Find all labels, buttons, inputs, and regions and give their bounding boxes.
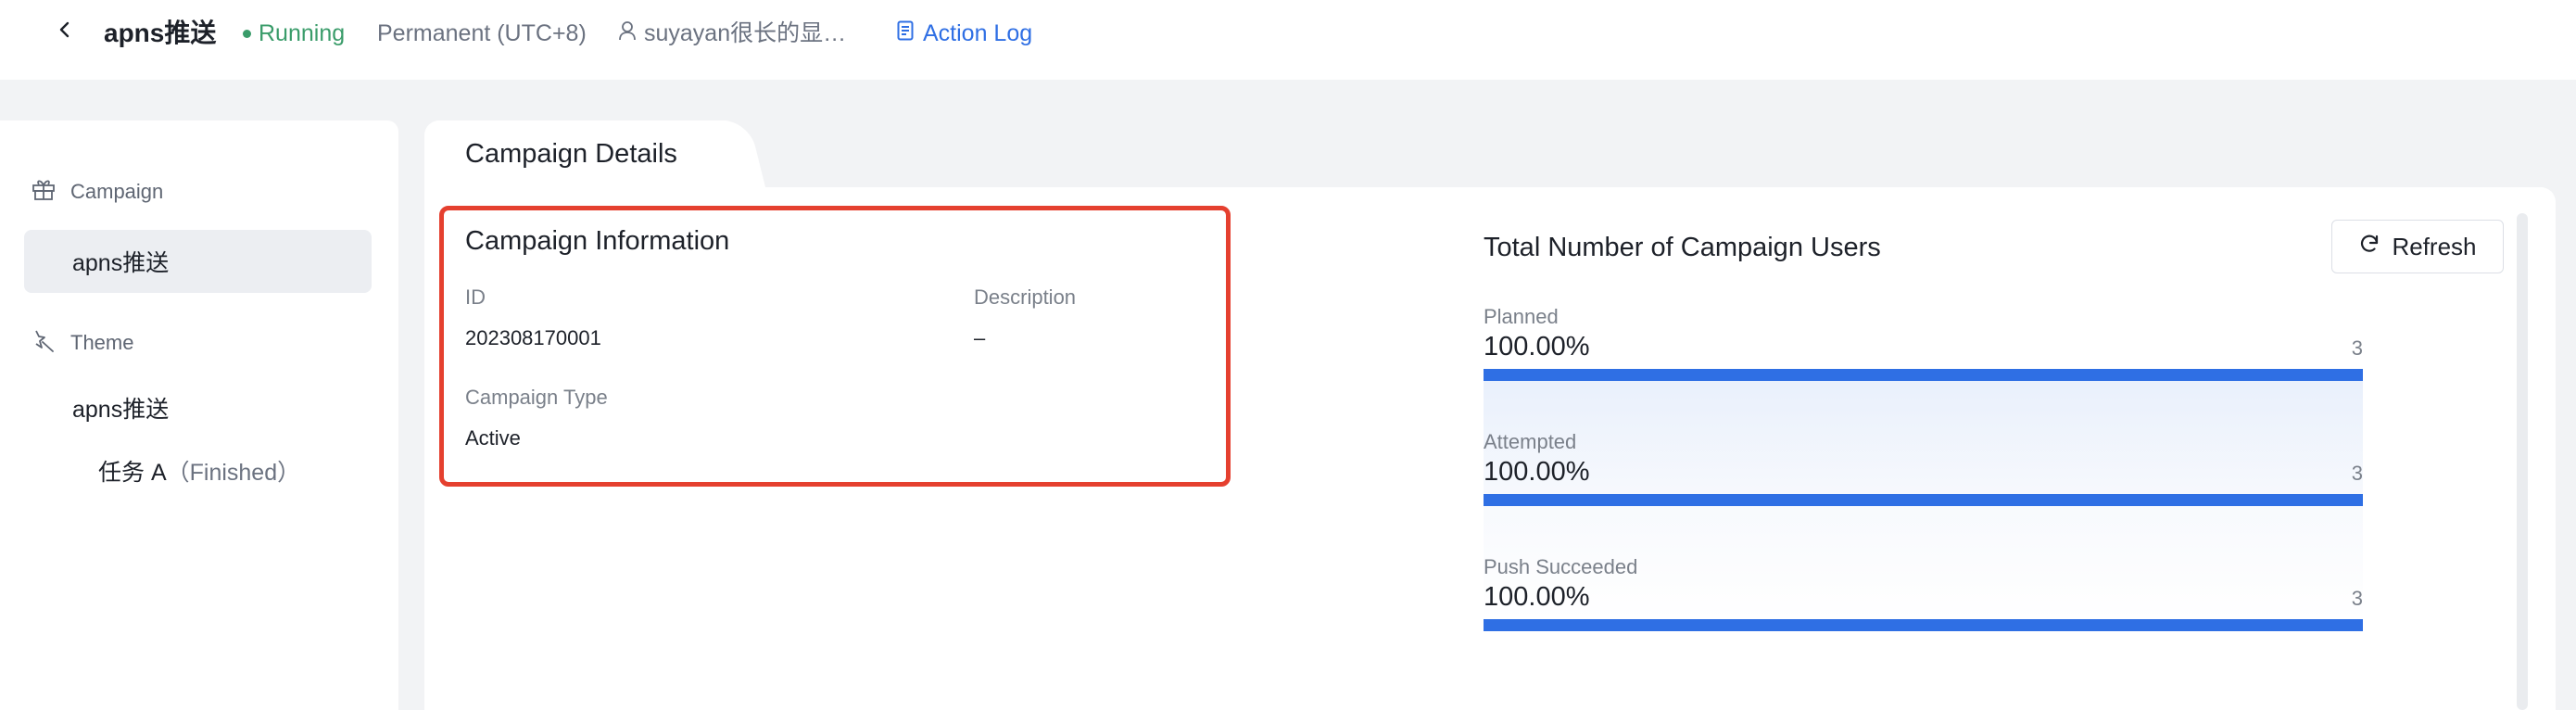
owner-name: suyayan很长的显… (644, 20, 847, 46)
campaign-type-value: Active (465, 426, 521, 450)
chevron-left-icon (56, 20, 74, 44)
schedule-text: Permanent (UTC+8) (377, 20, 587, 46)
sidebar-section-campaign: Campaign (32, 178, 163, 206)
description-value: – (974, 326, 986, 349)
sidebar-section-theme: Theme (32, 328, 133, 358)
campaign-users-title: Total Number of Campaign Users (1484, 233, 1881, 262)
action-log-link[interactable]: Action Log (897, 15, 1032, 52)
user-icon (618, 15, 637, 52)
document-icon (897, 15, 914, 52)
action-log-label: Action Log (923, 20, 1033, 46)
sidebar-item-task[interactable]: 任务 A（Finished） (98, 456, 300, 489)
metric-bar-fill (1484, 494, 2363, 506)
metric-bar-fill (1484, 619, 2363, 631)
back-button[interactable] (52, 19, 78, 44)
metric-label-attempted: Attempted (1484, 430, 1577, 453)
magic-wand-icon (32, 328, 56, 358)
id-value: 202308170001 (465, 326, 601, 349)
status-dot (243, 29, 251, 38)
metric-percent-planned: 100.00% (1484, 332, 1590, 361)
refresh-button[interactable]: Refresh (2331, 220, 2504, 273)
task-status: （Finished） (166, 460, 301, 486)
metric-label-planned: Planned (1484, 305, 1559, 328)
metric-count-push-succeeded: 3 (2351, 587, 2363, 610)
metric-count-planned: 3 (2351, 336, 2363, 360)
metric-bar-planned (1484, 369, 2363, 381)
metric-bar-fill (1484, 369, 2363, 381)
metric-bar-attempted (1484, 494, 2363, 506)
sidebar-item-campaign[interactable]: apns推送 (24, 230, 372, 293)
metric-count-attempted: 3 (2351, 462, 2363, 485)
metric-percent-push-succeeded: 100.00% (1484, 582, 1590, 612)
scrollbar[interactable] (2517, 213, 2528, 710)
sidebar-item-label: apns推送 (72, 250, 170, 276)
metric-percent-attempted: 100.00% (1484, 457, 1590, 487)
metric-label-push-succeeded: Push Succeeded (1484, 555, 1638, 578)
task-name: 任务 A (98, 460, 167, 486)
refresh-label: Refresh (2392, 232, 2477, 260)
campaign-type-label: Campaign Type (465, 386, 608, 409)
sidebar-section-label: Campaign (70, 180, 164, 203)
gift-icon (32, 178, 56, 206)
status-badge: Running (243, 15, 345, 52)
sidebar: Campaign apns推送 Theme apns推送 任务 A（Finish… (0, 120, 398, 710)
status-text: Running (259, 20, 346, 46)
top-header: apns推送 Running Permanent (UTC+8) suyayan… (0, 0, 2576, 80)
sidebar-section-label: Theme (70, 331, 134, 354)
campaign-info-title: Campaign Information (465, 226, 730, 256)
description-label: Description (974, 285, 1077, 309)
id-label: ID (465, 285, 486, 309)
sidebar-item-theme[interactable]: apns推送 (72, 393, 169, 426)
metric-bar-push-succeeded (1484, 619, 2363, 631)
owner: suyayan很长的显… (618, 15, 846, 52)
campaign-name: apns推送 (104, 19, 217, 47)
refresh-icon (2358, 233, 2380, 261)
tab-label[interactable]: Campaign Details (465, 135, 677, 172)
